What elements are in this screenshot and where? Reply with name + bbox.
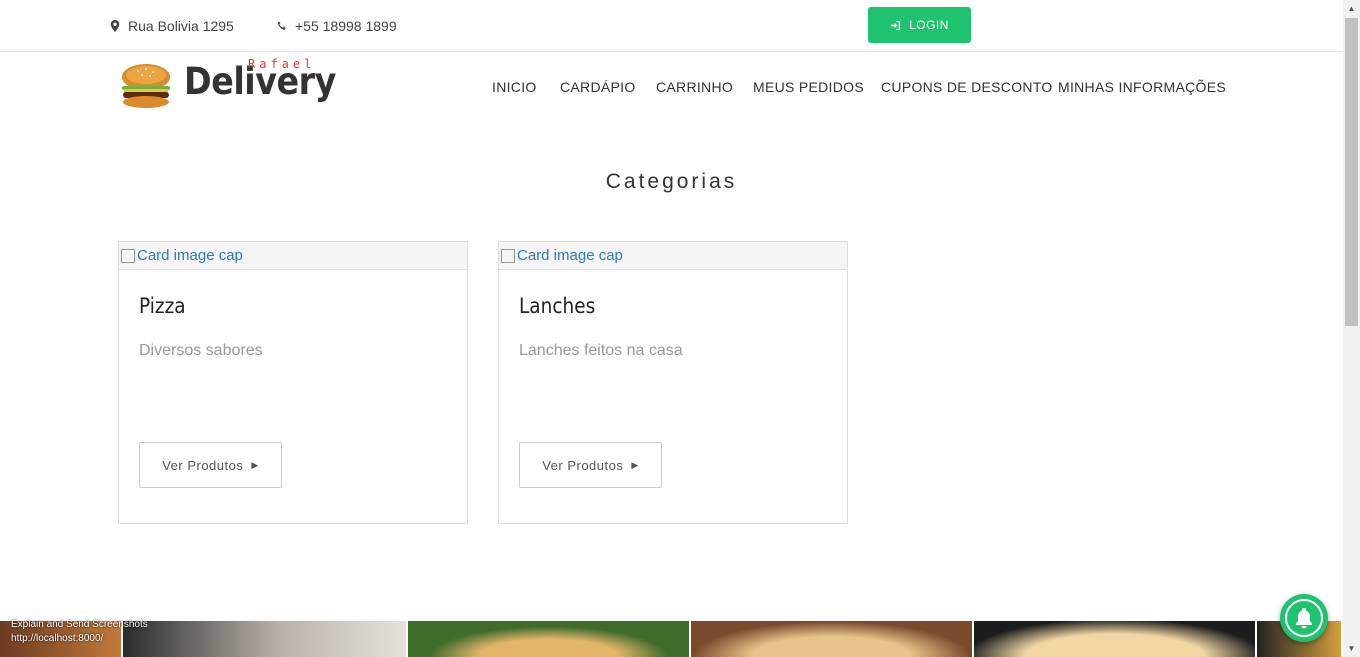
phone-info: +55 18998 1899 xyxy=(277,18,397,34)
card-description: Diversos sabores xyxy=(139,342,263,359)
phone-icon xyxy=(277,21,286,30)
gallery-image[interactable] xyxy=(123,621,408,657)
gallery-image[interactable] xyxy=(691,621,974,657)
category-card: Card image cap Pizza Diversos sabores Ve… xyxy=(118,241,468,524)
scroll-thumb[interactable] xyxy=(1345,18,1358,326)
sign-in-icon xyxy=(890,20,901,30)
ver-produtos-button[interactable]: Ver Produtos ▶ xyxy=(519,442,662,488)
bell-icon xyxy=(1296,608,1312,629)
scroll-up-arrow-icon[interactable]: ▲ xyxy=(1343,0,1360,17)
broken-image-icon xyxy=(501,248,515,263)
nav-inicio[interactable]: INICIO xyxy=(492,79,537,95)
scroll-down-arrow-icon[interactable]: ▼ xyxy=(1343,640,1360,657)
phone-text: +55 18998 1899 xyxy=(295,18,397,34)
overlay-line-2: http://localhost:8000/ xyxy=(11,633,104,644)
card-title: Lanches xyxy=(519,294,596,318)
button-label: Ver Produtos xyxy=(162,457,244,473)
overlay-line-1: Explain and Send Screenshots xyxy=(11,619,148,630)
nav-cardapio[interactable]: CARDÁPIO xyxy=(560,79,636,95)
notification-bell-button[interactable] xyxy=(1280,594,1328,642)
address-info: Rua Bolivia 1295 xyxy=(110,18,234,34)
logo-subtitle: Rafael xyxy=(248,57,316,71)
caret-right-icon: ▶ xyxy=(251,459,259,470)
caret-right-icon: ▶ xyxy=(631,459,639,470)
gallery-image[interactable] xyxy=(408,621,691,657)
screenshot-overlay: Explain and Send Screenshots http://loca… xyxy=(11,618,148,646)
burger-logo-icon[interactable] xyxy=(120,63,172,109)
category-card: Card image cap Lanches Lanches feitos na… xyxy=(498,241,848,524)
top-bar: Rua Bolivia 1295 +55 18998 1899 LOGIN xyxy=(0,0,1343,52)
card-image-alt: Card image cap xyxy=(517,247,623,264)
nav-minhas-informacoes[interactable]: MINHAS INFORMAÇÕES xyxy=(1058,79,1226,95)
nav-cupons[interactable]: CUPONS DE DESCONTO xyxy=(881,79,1053,95)
card-title: Pizza xyxy=(139,294,186,318)
card-image-alt: Card image cap xyxy=(137,247,243,264)
nav-carrinho[interactable]: CARRINHO xyxy=(656,79,733,95)
login-label: LOGIN xyxy=(909,18,949,32)
login-button[interactable]: LOGIN xyxy=(868,7,971,43)
card-image: Card image cap xyxy=(499,242,847,270)
section-title: Categorias xyxy=(605,170,738,193)
bell-ring xyxy=(1285,599,1323,637)
card-description: Lanches feitos na casa xyxy=(519,342,683,359)
ver-produtos-button[interactable]: Ver Produtos ▶ xyxy=(139,442,282,488)
map-marker-icon xyxy=(110,20,120,32)
nav-meus-pedidos[interactable]: MEUS PEDIDOS xyxy=(753,79,864,95)
broken-image-icon xyxy=(121,248,135,263)
card-image: Card image cap xyxy=(119,242,467,270)
address-text: Rua Bolivia 1295 xyxy=(128,18,234,34)
gallery-image[interactable] xyxy=(974,621,1257,657)
food-gallery xyxy=(0,621,1343,657)
button-label: Ver Produtos xyxy=(542,457,624,473)
